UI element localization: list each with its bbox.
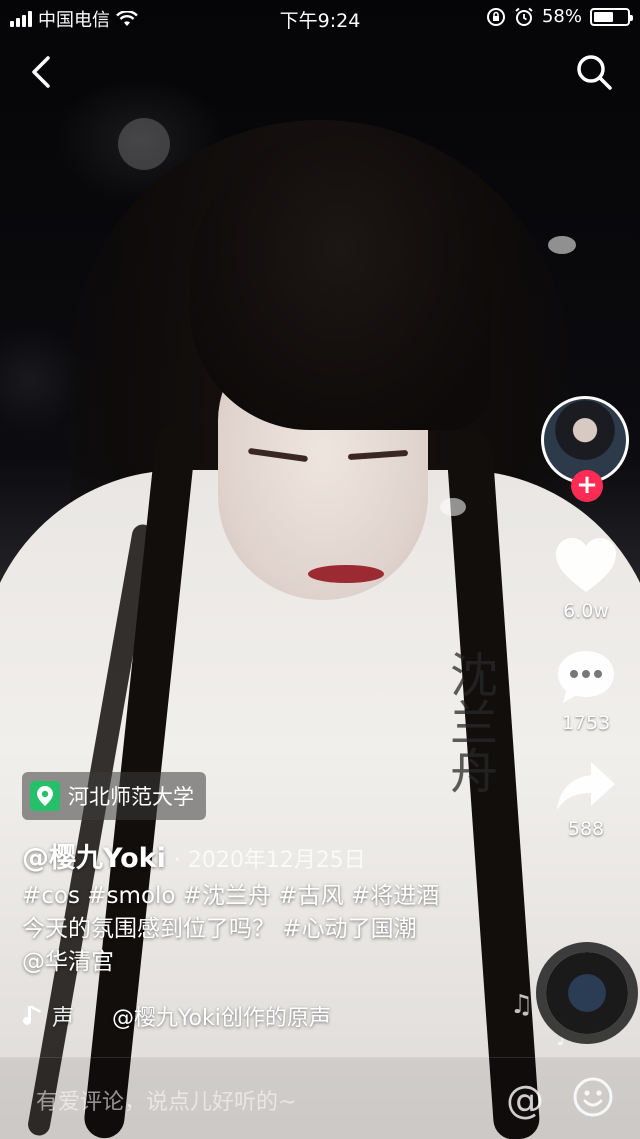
share-count: 588 (567, 818, 605, 840)
like-button[interactable]: 6.0w (554, 536, 618, 622)
orientation-lock-icon (486, 7, 505, 26)
video-caption: #cos #smolo #沈兰舟 #古风 #将进酒 今天的氛围感到位了吗？ #心… (22, 880, 492, 979)
hair-fringe (190, 130, 490, 430)
share-button[interactable]: 588 (555, 760, 617, 840)
author-name[interactable]: @樱九Yoki (22, 836, 166, 875)
share-arrow-icon (557, 762, 615, 810)
snow-particle (440, 498, 466, 516)
floating-note-icon: ♫ (510, 990, 534, 1020)
caption-hashtags[interactable]: #cos #smolo #沈兰舟 #古风 #将进酒 (22, 880, 492, 913)
alarm-icon (515, 7, 533, 26)
status-bar: 中国电信 下午9:24 58% (0, 0, 640, 36)
battery-percent: 58% (541, 6, 582, 27)
snow-particle (118, 118, 170, 170)
music-scroll-fragment: 声 (52, 1006, 75, 1031)
calligraphy-overlay: 沈兰舟 (441, 650, 497, 794)
music-info[interactable]: 声 @樱九Yoki创作的原声 (22, 1000, 331, 1032)
location-pin-icon (30, 781, 60, 811)
back-chevron-icon[interactable] (24, 52, 60, 92)
music-disc[interactable] (546, 952, 628, 1034)
music-note-icon (23, 1005, 42, 1025)
caption-text[interactable]: 今天的氛围感到位了吗？ #心动了国潮 (22, 913, 492, 946)
author-line: @樱九Yoki · 2020年12月25日 (22, 836, 366, 875)
search-icon[interactable] (574, 52, 614, 92)
snow-particle (548, 236, 576, 254)
post-date: · 2020年12月25日 (173, 848, 366, 873)
comment-count: 1753 (561, 712, 611, 734)
smiley-icon[interactable] (572, 1076, 614, 1118)
music-title: @樱九Yoki创作的原声 (112, 1006, 331, 1031)
action-rail: + 6.0w 1753 588 (540, 396, 632, 840)
mention-button[interactable]: @ (506, 1078, 544, 1122)
battery-fill (594, 11, 613, 22)
lips (308, 565, 384, 583)
comment-input[interactable]: 有爱评论，说点儿好听的~ (36, 1084, 296, 1116)
location-tag[interactable]: 河北师范大学 (22, 772, 206, 820)
like-count: 6.0w (563, 600, 609, 622)
comment-bar: 有爱评论，说点儿好听的~ @ (0, 1057, 640, 1139)
status-right: 58% (486, 6, 633, 27)
comment-bubble-icon (558, 651, 614, 703)
author-avatar-group: + (541, 396, 631, 506)
comment-button[interactable]: 1753 (555, 648, 617, 734)
location-name: 河北师范大学 (68, 785, 194, 809)
battery-icon (590, 7, 633, 26)
caption-mention[interactable]: @华清宫 (22, 946, 492, 979)
follow-button[interactable]: + (571, 470, 603, 502)
heart-icon (556, 538, 616, 592)
floating-note-icon: ♪ (556, 1026, 569, 1050)
